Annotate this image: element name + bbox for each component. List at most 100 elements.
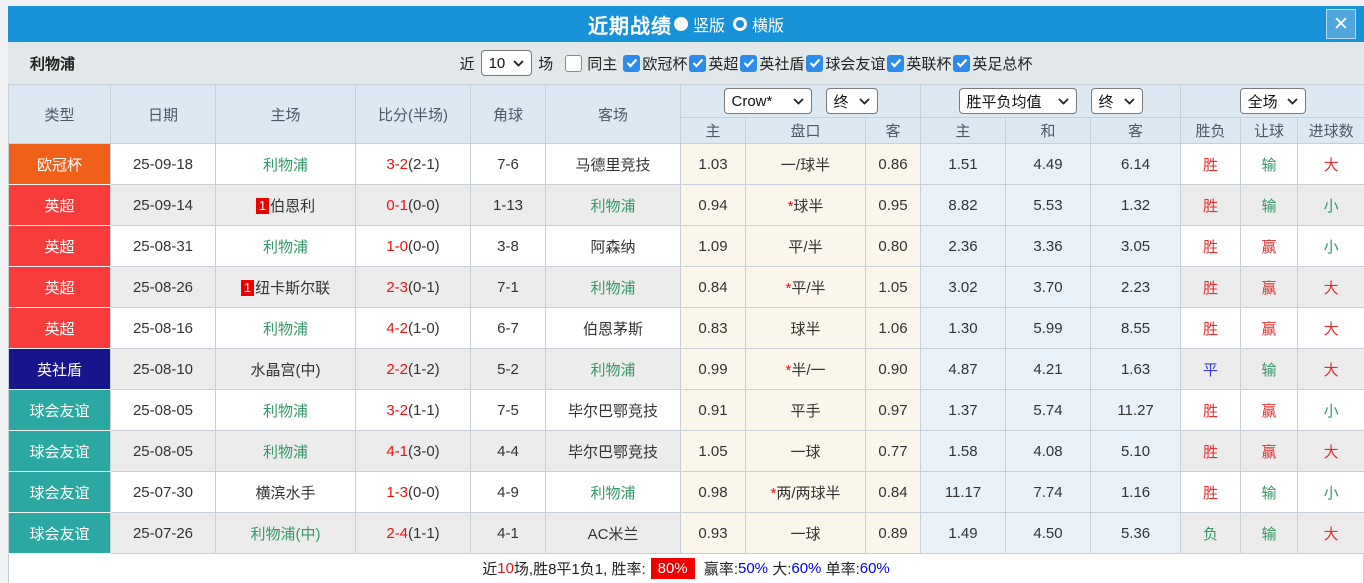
match-row: 球会友谊 25-08-05 利物浦 3-2(1-1) 7-5 毕尔巴鄂竞技 0.… (8, 389, 1364, 431)
away-team-name: 毕尔巴鄂竞技 (567, 402, 658, 420)
competition-filter[interactable]: 英超 (689, 53, 738, 74)
panel-title: 近期战绩 (587, 15, 672, 38)
corners-cell: 4-4 (470, 430, 546, 472)
corners-cell: 7-6 (470, 143, 546, 185)
handicap-time-select[interactable]: 终 (825, 88, 878, 114)
match-type-cell: 英超 (8, 225, 111, 267)
competition-filter[interactable]: 欧冠杯 (623, 53, 687, 74)
score-cell: 3-2(2-1) (355, 143, 471, 185)
competition-filter[interactable]: 英社盾 (740, 53, 804, 74)
avg-draw-cell: 4.49 (1005, 143, 1092, 185)
handicap-line-cell: 一/球半 (745, 143, 866, 185)
titlebar: 近期战绩 竖版 横版 ✕ (8, 6, 1364, 42)
away-team-name: 阿森纳 (590, 238, 636, 256)
away-team-name: 利物浦 (590, 484, 636, 502)
competition-filter[interactable]: 英联杯 (887, 53, 951, 74)
subheader-handicap-result: 让球 (1240, 117, 1299, 144)
competition-label: 英联杯 (906, 55, 952, 73)
home-team-cell: 利物浦 (215, 225, 356, 267)
avg-away-cell: 6.14 (1090, 143, 1182, 185)
same-home-filter[interactable]: 同主 (565, 53, 617, 74)
home-team-cell: 利物浦 (215, 307, 356, 349)
avg-away-cell: 1.16 (1090, 471, 1182, 513)
match-date-cell: 25-09-18 (110, 143, 216, 185)
away-team-cell: 马德里竞技 (545, 143, 681, 185)
avg-away-cell: 11.27 (1090, 389, 1182, 431)
home-team-cell: 利物浦 (215, 430, 356, 472)
match-type-cell: 球会友谊 (8, 471, 111, 513)
radio-selected-icon[interactable] (673, 17, 688, 31)
avg-home-cell: 4.87 (920, 348, 1007, 390)
checkbox-checked-icon[interactable] (623, 54, 641, 72)
home-team-name: 利物浦(中) (250, 525, 321, 543)
home-team-cell: 水晶宫(中) (215, 348, 356, 390)
col-header-away: 客场 (545, 84, 681, 144)
away-team-name: 利物浦 (590, 361, 636, 379)
view-option-horizontal[interactable]: 横版 (733, 12, 784, 36)
check-icon (890, 58, 902, 68)
avg-home-cell: 8.82 (920, 184, 1007, 226)
view-option-vertical-label: 竖版 (692, 18, 725, 35)
competition-filter[interactable]: 英足总杯 (953, 53, 1032, 74)
handicap-line-cell: 平手 (745, 389, 866, 431)
checkbox-checked-icon[interactable] (740, 54, 758, 72)
summary-segment: 场,胜8平1负1, 胜率: (513, 561, 646, 578)
bookmaker-select[interactable]: Crow* (723, 88, 812, 114)
corners-cell: 6-7 (470, 307, 546, 349)
match-type-cell: 球会友谊 (8, 512, 111, 554)
halftime-score: (0-0) (408, 237, 440, 255)
handicap-home-odds-cell: 1.05 (680, 430, 746, 472)
avg-draw-cell: 3.36 (1005, 225, 1092, 267)
recent-label: 近 (459, 55, 475, 73)
goals-outcome-cell: 大 (1297, 307, 1364, 349)
avg-home-cell: 3.02 (920, 266, 1007, 308)
match-type-cell: 球会友谊 (8, 389, 111, 431)
checkbox-unchecked-icon[interactable] (565, 54, 583, 72)
home-team-cell: 利物浦(中) (215, 512, 356, 554)
subheader-outcome: 胜负 (1180, 117, 1242, 144)
col-header-score: 比分(半场) (355, 84, 471, 144)
radio-unselected-icon[interactable] (733, 17, 747, 31)
check-icon (692, 58, 704, 68)
scope-select[interactable]: 全场 (1239, 88, 1306, 114)
home-team-cell: 1 伯恩利 (215, 184, 356, 226)
summary-segment: 赢率: (699, 561, 738, 578)
home-team-name: 伯恩利 (270, 197, 316, 215)
handicap-away-odds-cell: 0.86 (864, 143, 922, 185)
home-team-name: 利物浦 (262, 320, 308, 338)
checkbox-checked-icon[interactable] (689, 54, 707, 72)
home-team-name: 利物浦 (262, 156, 308, 174)
competition-label: 英社盾 (759, 55, 805, 73)
close-icon[interactable]: ✕ (1326, 9, 1356, 39)
match-row: 英超 25-08-31 利物浦 1-0(0-0) 3-8 阿森纳 1.09 平/… (8, 225, 1364, 267)
competition-label: 球会友谊 (825, 55, 886, 73)
handicap-line-cell: 球半 (745, 307, 866, 349)
halftime-score: (0-1) (408, 278, 440, 296)
competition-filter[interactable]: 球会友谊 (806, 53, 885, 74)
checkbox-checked-icon[interactable] (953, 54, 971, 72)
handicap-outcome-cell: 赢 (1240, 430, 1299, 472)
handicap-line-text: 两/两球半 (776, 484, 841, 502)
summary-segment: 大: (768, 561, 792, 578)
match-type-cell: 英超 (8, 307, 111, 349)
handicap-outcome-cell: 赢 (1240, 225, 1299, 267)
handicap-outcome-cell: 输 (1240, 348, 1299, 390)
away-team-cell: 毕尔巴鄂竞技 (545, 389, 681, 431)
score-cell: 2-2(1-2) (355, 348, 471, 390)
handicap-line-text: 一球 (790, 525, 821, 543)
check-icon (809, 58, 821, 68)
checkbox-checked-icon[interactable] (806, 54, 824, 72)
checkbox-checked-icon[interactable] (887, 54, 905, 72)
handicap-line-text: 球半 (790, 320, 821, 338)
score-cell: 4-2(1-0) (355, 307, 471, 349)
average-time-select[interactable]: 终 (1090, 88, 1143, 114)
avg-away-cell: 1.63 (1090, 348, 1182, 390)
away-team-name: 毕尔巴鄂竞技 (567, 443, 658, 461)
view-option-vertical[interactable]: 竖版 (673, 12, 725, 36)
handicap-outcome-cell: 赢 (1240, 266, 1299, 308)
corners-cell: 4-9 (470, 471, 546, 513)
average-type-select[interactable]: 胜平负均值 (958, 88, 1077, 114)
handicap-outcome-cell: 输 (1240, 512, 1299, 554)
handicap-home-odds-cell: 0.91 (680, 389, 746, 431)
recent-count-select[interactable]: 10 (480, 50, 533, 76)
